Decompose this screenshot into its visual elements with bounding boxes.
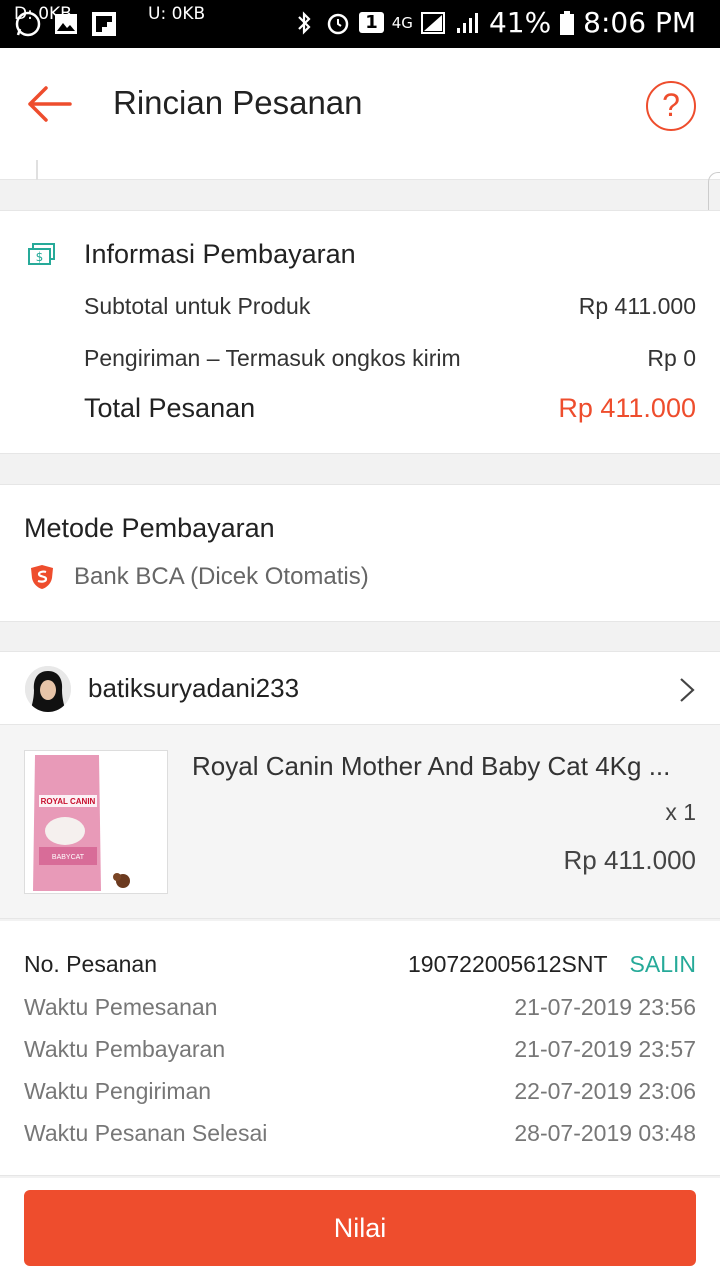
detail-label: Waktu Pesanan Selesai	[24, 1120, 268, 1146]
clock: 8:06 PM	[583, 6, 696, 39]
bluetooth-icon	[298, 10, 311, 35]
section-stub	[0, 160, 720, 180]
svg-text:$: $	[36, 250, 44, 264]
battery-percent: 41%	[488, 6, 552, 39]
detail-row: Waktu Pesanan Selesai 28-07-2019 03:48	[24, 1120, 696, 1147]
detail-label: Waktu Pengiriman	[24, 1078, 212, 1104]
detail-label: Waktu Pemesanan	[24, 994, 218, 1020]
download-speed: D: 0KB	[14, 4, 72, 24]
payment-info-title: Informasi Pembayaran	[84, 239, 356, 269]
signal-bars-icon	[456, 12, 478, 33]
sim-badge: 1	[359, 12, 384, 33]
detail-value: 21-07-2019 23:56	[514, 994, 696, 1020]
flipboard-icon	[92, 12, 116, 36]
product-name: Royal Canin Mother And Baby Cat 4Kg ...	[192, 751, 671, 781]
detail-value: 22-07-2019 23:06	[514, 1078, 696, 1104]
subtotal-label: Subtotal untuk Produk	[84, 293, 311, 319]
total-value: Rp 411.000	[558, 393, 696, 423]
total-row: Total Pesanan Rp 411.000	[84, 393, 696, 424]
detail-row: Waktu Pengiriman 22-07-2019 23:06	[24, 1078, 696, 1105]
avatar	[25, 666, 71, 712]
order-details: No. Pesanan 190722005612SNT SALIN Waktu P…	[0, 921, 720, 1176]
detail-row: Waktu Pembayaran 21-07-2019 23:57	[24, 1036, 696, 1063]
bottom-bar: Nilai	[0, 1178, 720, 1280]
shipping-row: Pengiriman – Termasuk ongkos kirim Rp 0	[84, 345, 696, 372]
back-arrow-icon[interactable]	[24, 78, 76, 130]
shield-icon	[31, 565, 53, 589]
shop-name: batiksuryadani233	[88, 673, 300, 703]
subtotal-row: Subtotal untuk Produk Rp 411.000	[84, 293, 696, 320]
alarm-icon	[327, 13, 349, 34]
payment-method-card: Metode Pembayaran Bank BCA (Dicek Otomat…	[0, 484, 720, 622]
shipping-value: Rp 0	[647, 345, 696, 371]
system-icons: 1 4G 41% 8:06 PM	[291, 6, 696, 39]
package-brand-text: ROYAL CANIN	[41, 797, 96, 806]
rate-button[interactable]: Nilai	[24, 1190, 696, 1266]
order-number-row: No. Pesanan 190722005612SNT SALIN	[24, 951, 696, 978]
chevron-right-icon	[680, 678, 695, 702]
detail-value: 21-07-2019 23:57	[514, 1036, 696, 1062]
battery-icon	[560, 10, 575, 35]
product-image: ROYAL CANIN BABYCAT	[24, 750, 168, 894]
total-label: Total Pesanan	[84, 393, 256, 423]
order-number-label: No. Pesanan	[24, 951, 157, 977]
detail-row: Waktu Pemesanan 21-07-2019 23:56	[24, 994, 696, 1021]
package-line-text: BABYCAT	[52, 854, 85, 861]
payment-method-value: Bank BCA (Dicek Otomatis)	[74, 563, 369, 590]
shop-row[interactable]: batiksuryadani233	[0, 651, 720, 725]
product-item[interactable]: ROYAL CANIN BABYCAT Royal Canin Mother A…	[0, 725, 720, 919]
detail-label: Waktu Pembayaran	[24, 1036, 226, 1062]
order-number-value: 190722005612SNT	[408, 951, 608, 977]
help-icon[interactable]: ?	[646, 81, 696, 131]
shipping-label: Pengiriman – Termasuk ongkos kirim	[84, 345, 461, 371]
upload-speed: U: 0KB	[148, 4, 206, 24]
network-type: 4G	[391, 13, 413, 32]
payment-info-card: $ Informasi Pembayaran Subtotal untuk Pr…	[0, 210, 720, 454]
subtotal-value: Rp 411.000	[578, 293, 696, 319]
detail-value: 28-07-2019 03:48	[514, 1120, 696, 1146]
money-icon: $	[28, 243, 55, 265]
copy-button[interactable]: SALIN	[630, 951, 696, 977]
page-title: Rincian Pesanan	[113, 84, 363, 121]
app-header: Rincian Pesanan ?	[0, 48, 720, 160]
status-bar: D: 0KB U: 0KB 1 4G 41% 8:06 PM	[0, 0, 720, 48]
product-quantity: x 1	[665, 799, 696, 825]
payment-method-title: Metode Pembayaran	[24, 513, 275, 543]
signal-icon	[420, 11, 445, 34]
product-price: Rp 411.000	[563, 845, 696, 875]
